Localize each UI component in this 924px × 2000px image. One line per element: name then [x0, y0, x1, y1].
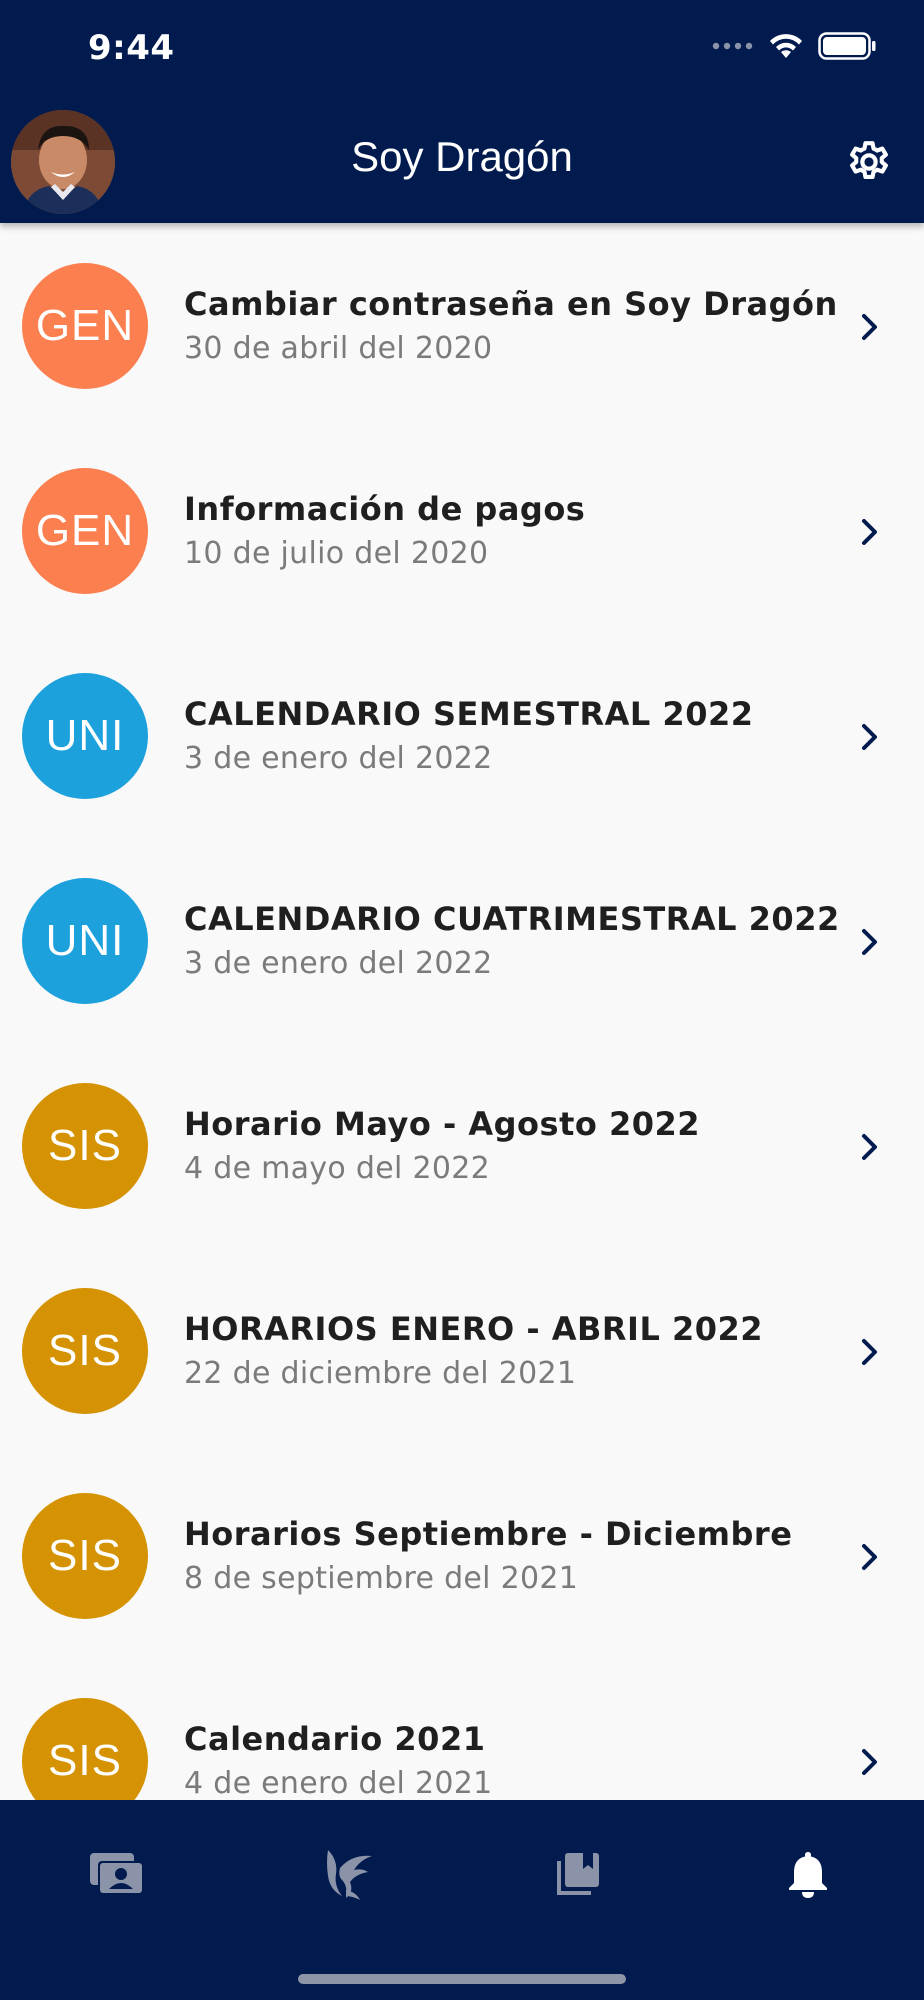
item-date: 8 de septiembre del 2021: [184, 1561, 579, 1596]
app-header: 9:44 Soy Dragón: [0, 0, 924, 223]
nav-item-library[interactable]: [538, 1834, 618, 1914]
item-title: Cambiar contraseña en Soy Dragón: [184, 285, 838, 323]
list-item[interactable]: SIS HORARIOS ENERO - ABRIL 2022 22 de di…: [0, 1248, 924, 1453]
chevron-right-icon: [862, 724, 877, 750]
gear-icon[interactable]: [844, 138, 894, 188]
library-books-icon: [557, 1853, 599, 1895]
list-item[interactable]: UNI CALENDARIO CUATRIMESTRAL 2022 3 de e…: [0, 838, 924, 1043]
dragon-logo-icon: [327, 1850, 372, 1900]
chevron-right-icon: [862, 1544, 877, 1570]
id-card-icon: [90, 1853, 144, 1895]
chevron-right-icon: [862, 1749, 877, 1775]
nav-item-id-card[interactable]: [76, 1834, 156, 1914]
category-badge: SIS: [22, 1493, 148, 1619]
wifi-icon: [770, 34, 802, 58]
item-date: 4 de enero del 2021: [184, 1766, 493, 1800]
category-badge: UNI: [22, 673, 148, 799]
list-item[interactable]: GEN Cambiar contraseña en Soy Dragón 30 …: [0, 223, 924, 428]
chevron-right-icon: [862, 1339, 877, 1365]
item-date: 4 de mayo del 2022: [184, 1151, 491, 1186]
chevron-right-icon: [862, 519, 877, 545]
item-title: CALENDARIO SEMESTRAL 2022: [184, 695, 754, 733]
item-title: HORARIOS ENERO - ABRIL 2022: [184, 1310, 764, 1348]
notifications-screen: 9:44 Soy Dragón GEN Cambiar contraseña e…: [0, 0, 924, 2000]
item-title: CALENDARIO CUATRIMESTRAL 2022: [184, 900, 840, 938]
list-item[interactable]: UNI CALENDARIO SEMESTRAL 2022 3 de enero…: [0, 633, 924, 838]
status-time: 9:44: [88, 28, 175, 68]
item-date: 22 de diciembre del 2021: [184, 1356, 577, 1391]
category-badge: SIS: [22, 1083, 148, 1209]
item-title: Horarios Septiembre - Diciembre: [184, 1515, 793, 1553]
page-title: Soy Dragón: [351, 133, 573, 180]
item-date: 30 de abril del 2020: [184, 331, 493, 366]
category-badge: GEN: [22, 263, 148, 389]
notification-list: GEN Cambiar contraseña en Soy Dragón 30 …: [0, 223, 924, 1800]
chevron-right-icon: [862, 314, 877, 340]
bottom-nav: [0, 1800, 924, 2000]
list-item[interactable]: SIS Horarios Septiembre - Diciembre 8 de…: [0, 1453, 924, 1658]
chevron-right-icon: [862, 1134, 877, 1160]
item-date: 3 de enero del 2022: [184, 946, 493, 981]
list-item[interactable]: SIS Calendario 2021 4 de enero del 2021: [0, 1658, 924, 1800]
item-title: Horario Mayo - Agosto 2022: [184, 1105, 701, 1143]
nav-item-notifications[interactable]: [768, 1834, 848, 1914]
list-item[interactable]: SIS Horario Mayo - Agosto 2022 4 de mayo…: [0, 1043, 924, 1248]
category-badge: GEN: [22, 468, 148, 594]
list-item[interactable]: GEN Información de pagos 10 de julio del…: [0, 428, 924, 633]
item-title: Información de pagos: [184, 490, 586, 528]
battery-icon: [818, 32, 876, 60]
bell-icon: [789, 1852, 827, 1898]
item-date: 10 de julio del 2020: [184, 536, 489, 571]
category-badge: SIS: [22, 1698, 148, 1800]
category-badge: UNI: [22, 878, 148, 1004]
chevron-right-icon: [862, 929, 877, 955]
item-date: 3 de enero del 2022: [184, 741, 493, 776]
item-title: Calendario 2021: [184, 1720, 486, 1758]
signal-dots-icon: [712, 42, 753, 50]
home-indicator: [298, 1974, 626, 1984]
status-icons: [712, 32, 876, 60]
nav-item-dragon[interactable]: [306, 1834, 386, 1914]
category-badge: SIS: [22, 1288, 148, 1414]
